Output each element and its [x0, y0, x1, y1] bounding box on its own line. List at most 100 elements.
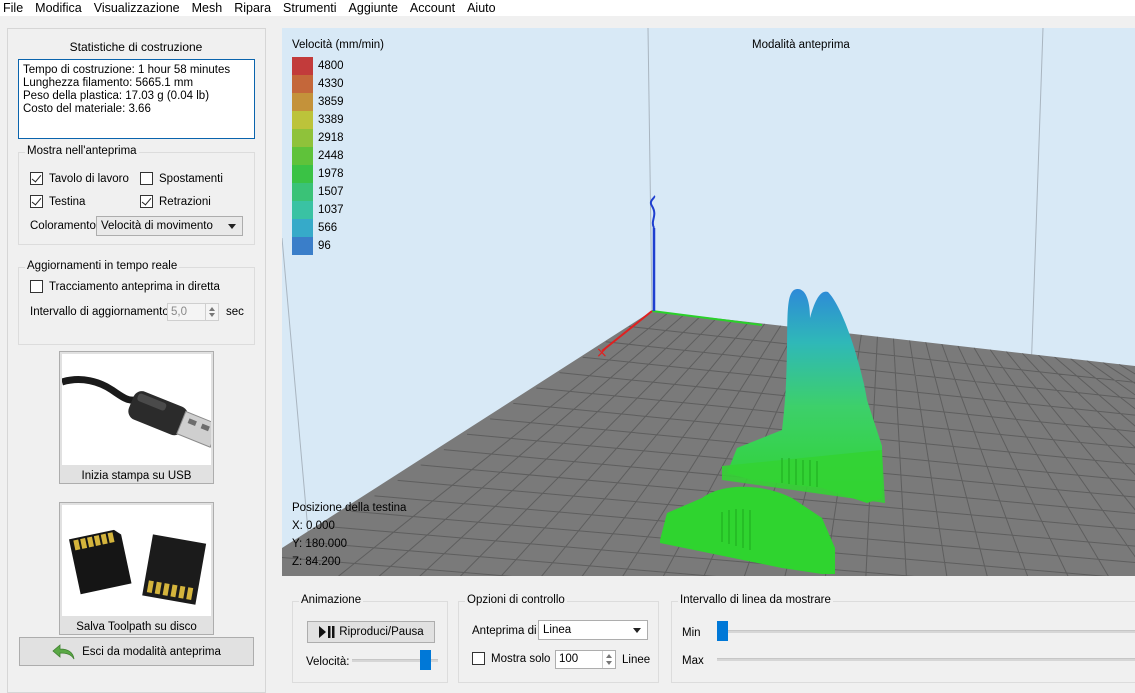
save-toolpath-label: Salva Toolpath su disco: [76, 621, 197, 633]
viewport-title: Modalità anteprima: [752, 39, 850, 51]
left-panel: Statistiche di costruzione Tempo di cost…: [0, 16, 281, 693]
range-max-label: Max: [682, 655, 704, 667]
legend-row: 4800: [292, 57, 344, 75]
legend-row: 2448: [292, 147, 344, 165]
preview-options-title: Mostra nell'anteprima: [25, 145, 139, 157]
interval-spinbox[interactable]: 5,0: [167, 303, 219, 321]
preview-of-select[interactable]: Linea: [538, 620, 648, 640]
legend-row: 2918: [292, 129, 344, 147]
animation-title: Animazione: [299, 594, 364, 606]
retractions-check-icon: [140, 195, 153, 208]
menu-aggiunte[interactable]: Aggiunte: [344, 0, 405, 16]
range-min-track[interactable]: [717, 630, 1135, 633]
interval-spin-arrows-icon[interactable]: [205, 304, 218, 320]
legend-value: 1978: [318, 168, 344, 180]
show-only-checkbox[interactable]: Mostra solo: [472, 652, 550, 665]
legend-swatch: [292, 57, 313, 75]
head-position-z: Z: 84.200: [292, 556, 341, 568]
save-toolpath-button[interactable]: Salva Toolpath su disco: [59, 502, 214, 635]
menu-ripara[interactable]: Ripara: [229, 0, 278, 16]
travel-check-icon: [140, 172, 153, 185]
control-options-group: Opzioni di controllo: [458, 594, 659, 683]
legend-swatch: [292, 129, 313, 147]
legend-swatch: [292, 183, 313, 201]
head-position-icon: [649, 195, 656, 229]
print-bed-check-icon: [30, 172, 43, 185]
speed-legend: 4800 4330 3859 3389 2918 2448 1978 1507 1037 566 9…: [292, 57, 344, 255]
live-tracking-check-icon: [30, 280, 43, 293]
stats-title: Statistiche di costruzione: [69, 40, 203, 54]
legend-row: 96: [292, 237, 344, 255]
exit-preview-button[interactable]: Esci da modalità anteprima: [19, 637, 254, 666]
preview-of-label: Anteprima di: [472, 625, 537, 637]
travel-checkbox[interactable]: Spostamenti: [140, 172, 223, 185]
interval-label: Intervallo di aggiornamento: [30, 306, 169, 318]
stats-box[interactable]: Tempo di costruzione: 1 hour 58 minutes …: [18, 59, 255, 139]
menu-aiuto[interactable]: Aiuto: [462, 0, 503, 16]
sd-card-icon: [62, 505, 211, 616]
legend-swatch: [292, 165, 313, 183]
menu-strumenti[interactable]: Strumenti: [278, 0, 344, 16]
legend-swatch: [292, 219, 313, 237]
lines-count-spin-arrows-icon[interactable]: [602, 651, 615, 668]
lines-unit: Linee: [622, 654, 651, 666]
play-pause-label: Riproduci/Pausa: [339, 626, 424, 638]
legend-value: 1037: [318, 204, 344, 216]
play-pause-button[interactable]: Riproduci/Pausa: [307, 621, 435, 643]
show-only-check-icon: [472, 652, 485, 665]
legend-value: 1507: [318, 186, 344, 198]
head-label: Testina: [49, 195, 86, 208]
lines-count-value: 100: [559, 653, 579, 665]
legend-row: 3859: [292, 93, 344, 111]
retractions-checkbox[interactable]: Retrazioni: [140, 195, 211, 208]
usb-print-label: Inizia stampa su USB: [81, 470, 192, 482]
menu-mesh[interactable]: Mesh: [187, 0, 230, 16]
realtime-title: Aggiornamenti in tempo reale: [25, 260, 180, 272]
legend-swatch: [292, 147, 313, 165]
menu-account[interactable]: Account: [405, 0, 462, 16]
legend-row: 1978: [292, 165, 344, 183]
play-pause-icon: [319, 626, 335, 638]
preview-viewport[interactable]: × Modalità anteprima Velocità (mm/min) 4…: [282, 28, 1135, 576]
live-tracking-checkbox[interactable]: Tracciamento anteprima in diretta: [30, 280, 220, 293]
menu-modifica[interactable]: Modifica: [30, 0, 89, 16]
legend-row: 3389: [292, 111, 344, 129]
legend-row: 4330: [292, 75, 344, 93]
interval-unit: sec: [226, 306, 244, 318]
legend-swatch: [292, 75, 313, 93]
show-only-label: Mostra solo: [491, 652, 551, 665]
line-range-group: Intervallo di linea da mostrare: [671, 594, 1135, 683]
legend-value: 2448: [318, 150, 344, 162]
menu-visualizzazione[interactable]: Visualizzazione: [89, 0, 187, 16]
print-bed-checkbox[interactable]: Tavolo di lavoro: [30, 172, 129, 185]
legend-row: 566: [292, 219, 344, 237]
legend-swatch: [292, 201, 313, 219]
control-options-title: Opzioni di controllo: [465, 594, 567, 606]
head-position-y: Y: 180.000: [292, 538, 347, 550]
head-checkbox[interactable]: Testina: [30, 195, 85, 208]
scene-canvas: ×: [282, 28, 1135, 576]
legend-value: 4800: [318, 60, 344, 72]
range-min-thumb[interactable]: [717, 621, 728, 641]
lines-count-spinbox[interactable]: 100: [555, 650, 616, 669]
legend-title: Velocità (mm/min): [292, 39, 385, 51]
animation-speed-label: Velocità:: [306, 656, 350, 668]
coloring-label: Coloramento: [30, 220, 96, 232]
animation-speed-thumb[interactable]: [419, 650, 431, 670]
legend-row: 1037: [292, 201, 344, 219]
coloring-select[interactable]: Velocità di movimento: [96, 216, 243, 236]
range-max-track[interactable]: [717, 658, 1135, 661]
legend-value: 566: [318, 222, 338, 234]
back-arrow-icon: [52, 643, 75, 659]
menu-file[interactable]: File: [0, 0, 30, 16]
interval-value: 5,0: [171, 306, 187, 318]
legend-value: 3859: [318, 96, 344, 108]
usb-print-button[interactable]: Inizia stampa su USB: [59, 351, 214, 484]
usb-cable-icon: [62, 354, 211, 465]
stats-plastic-weight: Peso della plastica: 17.03 g (0.04 lb): [23, 90, 210, 102]
print-bed-label: Tavolo di lavoro: [49, 172, 129, 185]
stats-filament-length: Lunghezza filamento: 5665.1 mm: [23, 77, 194, 89]
legend-value: 2918: [318, 132, 344, 144]
legend-swatch: [292, 93, 313, 111]
legend-row: 1507: [292, 183, 344, 201]
